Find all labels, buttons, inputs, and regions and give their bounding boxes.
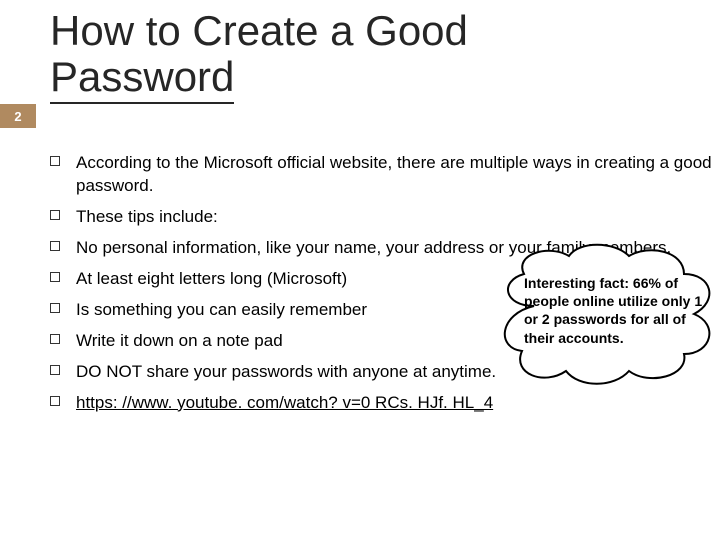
title-line-1: How to Create a Good: [50, 7, 468, 54]
square-bullet-icon: [50, 241, 60, 251]
callout-text: Interesting fact: 66% of people online u…: [524, 274, 704, 347]
slide-number-badge: 2: [0, 104, 36, 128]
bullet-text: At least eight letters long (Microsoft): [76, 268, 347, 291]
slide-title: How to Create a Good Password: [50, 8, 468, 104]
bullet-text: DO NOT share your passwords with anyone …: [76, 361, 496, 384]
square-bullet-icon: [50, 156, 60, 166]
title-line-2: Password: [50, 54, 234, 104]
square-bullet-icon: [50, 334, 60, 344]
bullet-link[interactable]: https: //www. youtube. com/watch? v=0 RC…: [76, 392, 493, 415]
square-bullet-icon: [50, 210, 60, 220]
bullet-text: Write it down on a note pad: [76, 330, 283, 353]
list-item: These tips include:: [50, 206, 712, 229]
bullet-text: According to the Microsoft official webs…: [76, 152, 712, 198]
thought-cloud-callout: Interesting fact: 66% of people online u…: [494, 236, 720, 396]
bullet-text: Is something you can easily remember: [76, 299, 367, 322]
list-item: According to the Microsoft official webs…: [50, 152, 712, 198]
square-bullet-icon: [50, 272, 60, 282]
square-bullet-icon: [50, 396, 60, 406]
square-bullet-icon: [50, 365, 60, 375]
square-bullet-icon: [50, 303, 60, 313]
bullet-text: These tips include:: [76, 206, 218, 229]
